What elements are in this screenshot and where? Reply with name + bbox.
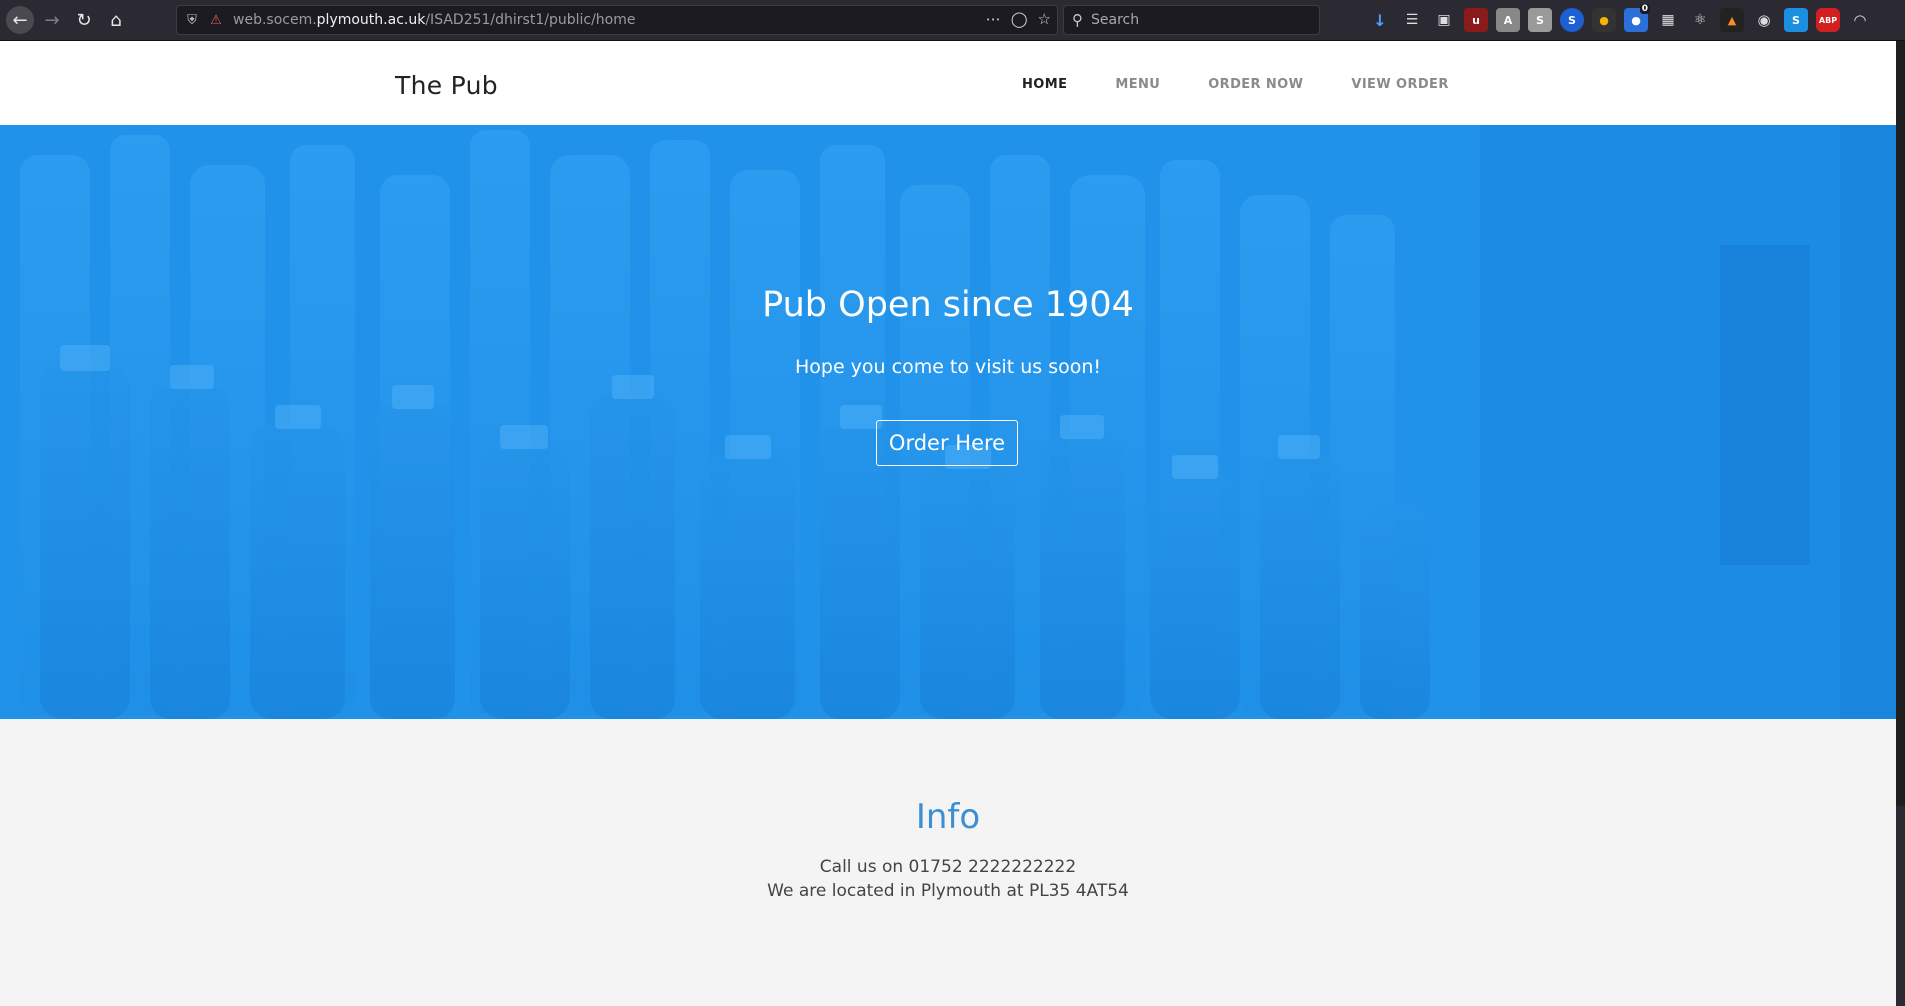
extension-blue-s-icon[interactable]: S — [1560, 8, 1584, 32]
shield-icon[interactable]: ⛨ — [183, 11, 201, 29]
site-brand[interactable]: The Pub — [395, 71, 498, 100]
extension-colorwheel-icon[interactable]: ● — [1592, 8, 1616, 32]
react-devtools-icon[interactable]: ⚛ — [1688, 8, 1712, 32]
site-header: The Pub HOME MENU ORDER NOW VIEW ORDER — [0, 41, 1896, 125]
extension-grid-icon[interactable]: ▦ — [1656, 8, 1680, 32]
hero-title: Pub Open since 1904 — [762, 285, 1134, 325]
nav-order-now[interactable]: ORDER NOW — [1208, 77, 1303, 92]
order-here-button[interactable]: Order Here — [876, 420, 1018, 466]
info-section: Info Call us on 01752 2222222222 We are … — [0, 719, 1896, 1006]
search-bar[interactable]: ⚲ Search — [1063, 5, 1320, 35]
download-icon[interactable]: ↓ — [1368, 8, 1392, 32]
account-icon[interactable]: ◉ — [1752, 8, 1776, 32]
extension-toolbar: ↓ ☰ ▣ u A S S ● ● 0 ▦ ⚛ ▲ ◉ S ABP ◠ — [1368, 4, 1872, 32]
ublock-icon[interactable]: u — [1464, 8, 1488, 32]
search-input[interactable]: Search — [1091, 12, 1139, 28]
back-arrow-icon[interactable]: ← — [6, 6, 34, 34]
library-icon[interactable]: ☰ — [1400, 8, 1424, 32]
main-nav: HOME MENU ORDER NOW VIEW ORDER — [1022, 77, 1497, 92]
extension-skype-icon[interactable]: S — [1784, 8, 1808, 32]
nav-menu[interactable]: MENU — [1115, 77, 1160, 92]
extension-s-icon[interactable]: S — [1528, 8, 1552, 32]
bookmark-star-icon[interactable]: ☆ — [1038, 10, 1051, 28]
extension-badge-count: 0 — [1639, 4, 1650, 14]
reload-icon[interactable]: ↻ — [70, 6, 98, 34]
info-phone: Call us on 01752 2222222222 — [819, 857, 1077, 877]
extension-badge-icon[interactable]: ● 0 — [1624, 4, 1650, 32]
extension-gray-icon[interactable]: A — [1496, 8, 1520, 32]
home-icon[interactable]: ⌂ — [102, 6, 130, 34]
address-url[interactable]: web.socem.plymouth.ac.uk/ISAD251/dhirst1… — [233, 12, 635, 28]
address-bar[interactable]: ⛨ ⚠ web.socem.plymouth.ac.uk/ISAD251/dhi… — [176, 5, 1058, 35]
forward-arrow-icon[interactable]: → — [38, 6, 66, 34]
extension-orange-icon[interactable]: ▲ — [1720, 8, 1744, 32]
insecure-lock-icon[interactable]: ⚠ — [207, 11, 225, 29]
browser-toolbar: ← → ↻ ⌂ ⛨ ⚠ web.socem.plymouth.ac.uk/ISA… — [0, 0, 1905, 41]
adblock-plus-icon[interactable]: ABP — [1816, 8, 1840, 32]
pocket-icon[interactable]: ◯ — [1011, 10, 1028, 28]
search-icon: ⚲ — [1072, 11, 1083, 29]
info-title: Info — [915, 797, 981, 837]
hero-banner: Pub Open since 1904 Hope you come to vis… — [0, 125, 1896, 719]
info-location: We are located in Plymouth at PL35 4AT54 — [767, 881, 1129, 901]
page-actions-icon[interactable]: ⋯ — [986, 10, 1001, 28]
scrollbar[interactable] — [1896, 41, 1905, 806]
hero-subtitle: Hope you come to visit us soon! — [794, 356, 1102, 378]
nav-view-order[interactable]: VIEW ORDER — [1351, 77, 1448, 92]
nav-home[interactable]: HOME — [1022, 77, 1067, 92]
sidebar-icon[interactable]: ▣ — [1432, 8, 1456, 32]
extension-arc-icon[interactable]: ◠ — [1848, 8, 1872, 32]
